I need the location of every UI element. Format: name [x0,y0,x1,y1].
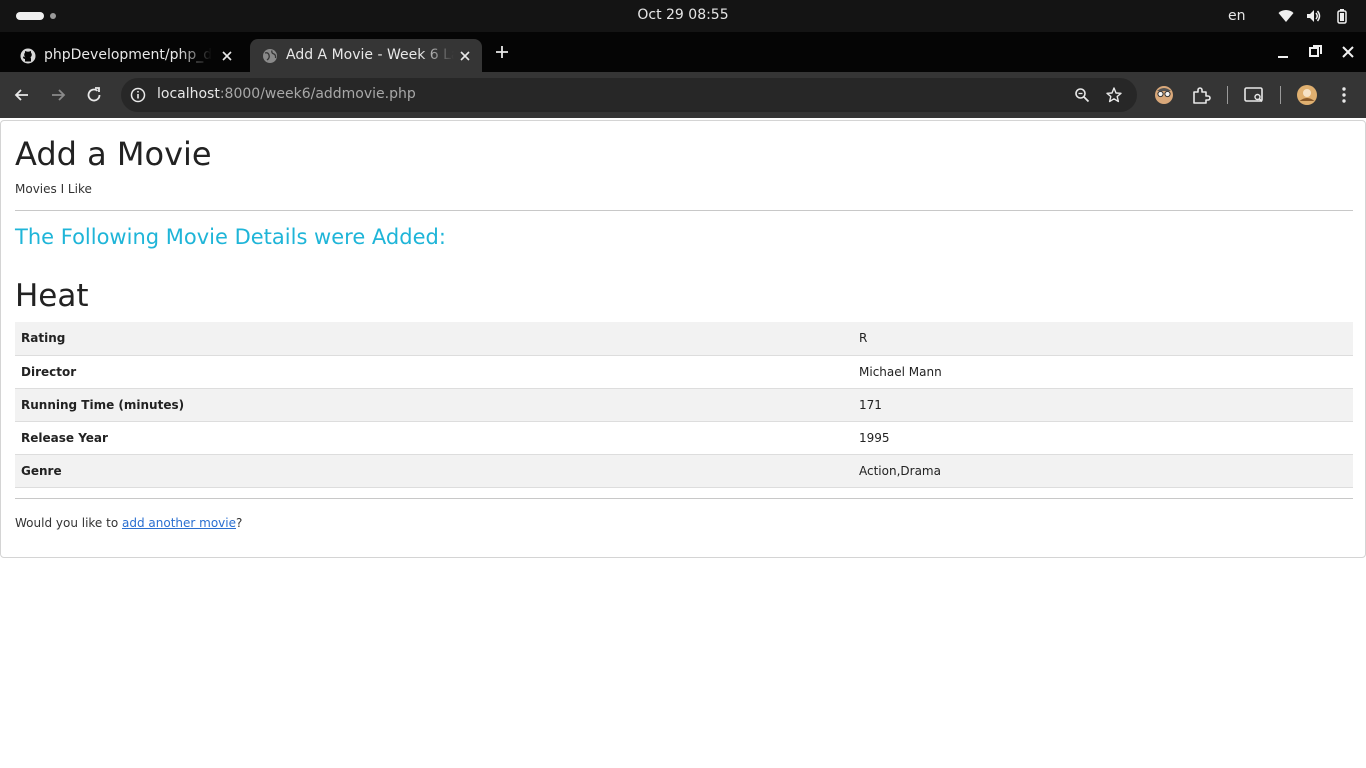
content-card: Add a Movie Movies I Like The Following … [0,120,1366,558]
minimize-icon[interactable] [1273,42,1293,62]
page-viewport: Add a Movie Movies I Like The Following … [0,118,1366,768]
detail-label: Director [15,354,853,388]
tab-add-a-movie[interactable]: Add A Movie - Week 6 Lab [250,39,482,72]
back-arrow-icon[interactable] [12,85,32,105]
detail-label: Running Time (minutes) [15,387,853,421]
more-menu-icon[interactable] [1333,84,1355,106]
added-heading: The Following Movie Details were Added: [15,225,446,249]
url-text[interactable]: localhost:8000/week6/addmovie.php [157,86,416,102]
zoom-icon[interactable] [1073,86,1091,104]
footer-suffix: ? [236,516,243,530]
tab-title: Add A Movie - Week 6 Lab [286,47,454,63]
url-path: :8000/week6/addmovie.php [219,86,416,102]
table-row: Director Michael Mann [15,354,1353,388]
detail-value: Michael Mann [853,354,1353,388]
volume-icon[interactable] [1305,8,1321,24]
divider [15,210,1353,211]
detail-value: 1995 [853,420,1353,454]
tab-strip: phpDevelopment/php_d Add A Movie - Week … [0,32,1366,72]
new-tab-icon[interactable] [492,42,512,62]
battery-icon[interactable] [1334,8,1350,24]
detail-value: R [853,322,1353,355]
system-clock[interactable]: Oct 29 08:55 [0,7,1366,23]
detail-label: Release Year [15,420,853,454]
browser-toolbar: localhost:8000/week6/addmovie.php [0,72,1366,118]
divider [15,498,1353,499]
globe-icon [263,49,277,63]
add-another-movie-link[interactable]: add another movie [122,516,236,530]
footer-prompt: Would you like to add another movie? [15,516,242,530]
detail-label: Genre [15,453,853,488]
cast-media-icon[interactable] [1243,84,1265,106]
system-top-bar: Oct 29 08:55 en [0,0,1366,32]
movie-title: Heat [15,278,89,314]
reload-icon[interactable] [84,85,104,105]
close-window-icon[interactable] [1338,42,1358,62]
wifi-icon[interactable] [1278,8,1294,24]
detail-value: 171 [853,387,1353,421]
tab-title: phpDevelopment/php_d [44,47,212,63]
page-title: Add a Movie [15,135,212,173]
detail-value: Action,Drama [853,453,1353,488]
table-row: Release Year 1995 [15,420,1353,454]
extension-avatar-icon[interactable] [1153,84,1175,106]
detail-label: Rating [15,322,853,355]
table-row: Running Time (minutes) 171 [15,387,1353,421]
close-tab-icon[interactable] [218,47,236,65]
page-subtitle: Movies I Like [15,182,92,196]
table-row: Genre Action,Drama [15,453,1353,488]
profile-avatar-icon[interactable] [1296,84,1318,106]
footer-prefix: Would you like to [15,516,122,530]
github-icon [20,48,36,64]
table-row: Rating R [15,322,1353,355]
bookmark-star-icon[interactable] [1105,86,1123,104]
forward-arrow-icon[interactable] [48,85,68,105]
tab-phpdevelopment[interactable]: phpDevelopment/php_d [8,39,244,72]
address-bar[interactable]: localhost:8000/week6/addmovie.php [121,78,1137,112]
restore-icon[interactable] [1305,42,1325,62]
close-tab-icon[interactable] [456,47,474,65]
keyboard-language[interactable]: en [1228,8,1246,24]
url-host: localhost [157,86,220,102]
extensions-puzzle-icon[interactable] [1190,84,1212,106]
movie-details-table: Rating R Director Michael Mann Running T… [15,322,1353,488]
toolbar-divider [1280,86,1281,104]
toolbar-divider [1227,86,1228,104]
site-info-icon[interactable] [129,86,147,104]
